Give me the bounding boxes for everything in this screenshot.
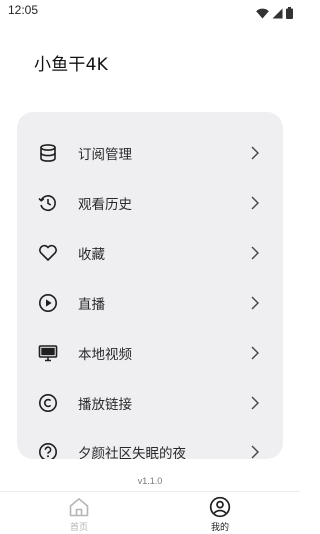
copyright-icon bbox=[38, 393, 58, 413]
database-icon bbox=[38, 143, 58, 163]
menu-card: 订阅管理 观看历史 收藏 直播 本地视频 播放链接 夕颜社区失眠的夜 bbox=[17, 112, 283, 459]
menu-item-history[interactable]: 观看历史 bbox=[17, 183, 283, 223]
help-circle-icon bbox=[38, 442, 58, 459]
nav-home[interactable]: 首页 bbox=[49, 496, 109, 534]
menu-item-label: 订阅管理 bbox=[78, 147, 132, 163]
chevron-right-icon bbox=[249, 145, 261, 161]
menu-item-local-video[interactable]: 本地视频 bbox=[17, 333, 283, 373]
menu-item-label: 本地视频 bbox=[78, 347, 132, 363]
menu-item-label: 播放链接 bbox=[78, 397, 132, 413]
menu-item-label: 直播 bbox=[78, 297, 105, 313]
menu-item-favorites[interactable]: 收藏 bbox=[17, 233, 283, 273]
home-icon bbox=[68, 496, 90, 518]
menu-item-play-link[interactable]: 播放链接 bbox=[17, 383, 283, 423]
cellular-icon bbox=[272, 4, 283, 23]
nav-home-label: 首页 bbox=[69, 523, 88, 533]
bottom-nav: 首页 我的 bbox=[0, 491, 300, 534]
menu-item-live[interactable]: 直播 bbox=[17, 283, 283, 323]
chevron-right-icon bbox=[249, 395, 261, 411]
chevron-right-icon bbox=[249, 245, 261, 261]
status-time: 12:05 bbox=[8, 3, 39, 17]
battery-icon bbox=[286, 4, 293, 23]
status-icons bbox=[256, 4, 293, 23]
menu-item-label: 观看历史 bbox=[78, 197, 132, 213]
nav-mine-label: 我的 bbox=[210, 523, 229, 533]
menu-item-community[interactable]: 夕颜社区失眠的夜 bbox=[17, 432, 283, 459]
chevron-right-icon bbox=[249, 444, 261, 459]
monitor-icon bbox=[38, 343, 58, 363]
menu-item-label: 夕颜社区失眠的夜 bbox=[78, 446, 186, 459]
menu-item-label: 收藏 bbox=[78, 247, 105, 263]
page-title: 小鱼干4K bbox=[34, 55, 108, 75]
chevron-right-icon bbox=[249, 295, 261, 311]
menu-item-subscriptions[interactable]: 订阅管理 bbox=[17, 133, 283, 173]
play-circle-icon bbox=[38, 293, 58, 313]
chevron-right-icon bbox=[249, 345, 261, 361]
version-label: v1.1.0 bbox=[137, 476, 163, 486]
chevron-right-icon bbox=[249, 195, 261, 211]
wifi-icon bbox=[256, 4, 269, 23]
status-bar: 12:05 bbox=[0, 0, 300, 22]
heart-icon bbox=[38, 243, 58, 263]
user-circle-icon bbox=[209, 496, 231, 518]
history-icon bbox=[38, 193, 58, 213]
nav-mine[interactable]: 我的 bbox=[190, 496, 250, 534]
